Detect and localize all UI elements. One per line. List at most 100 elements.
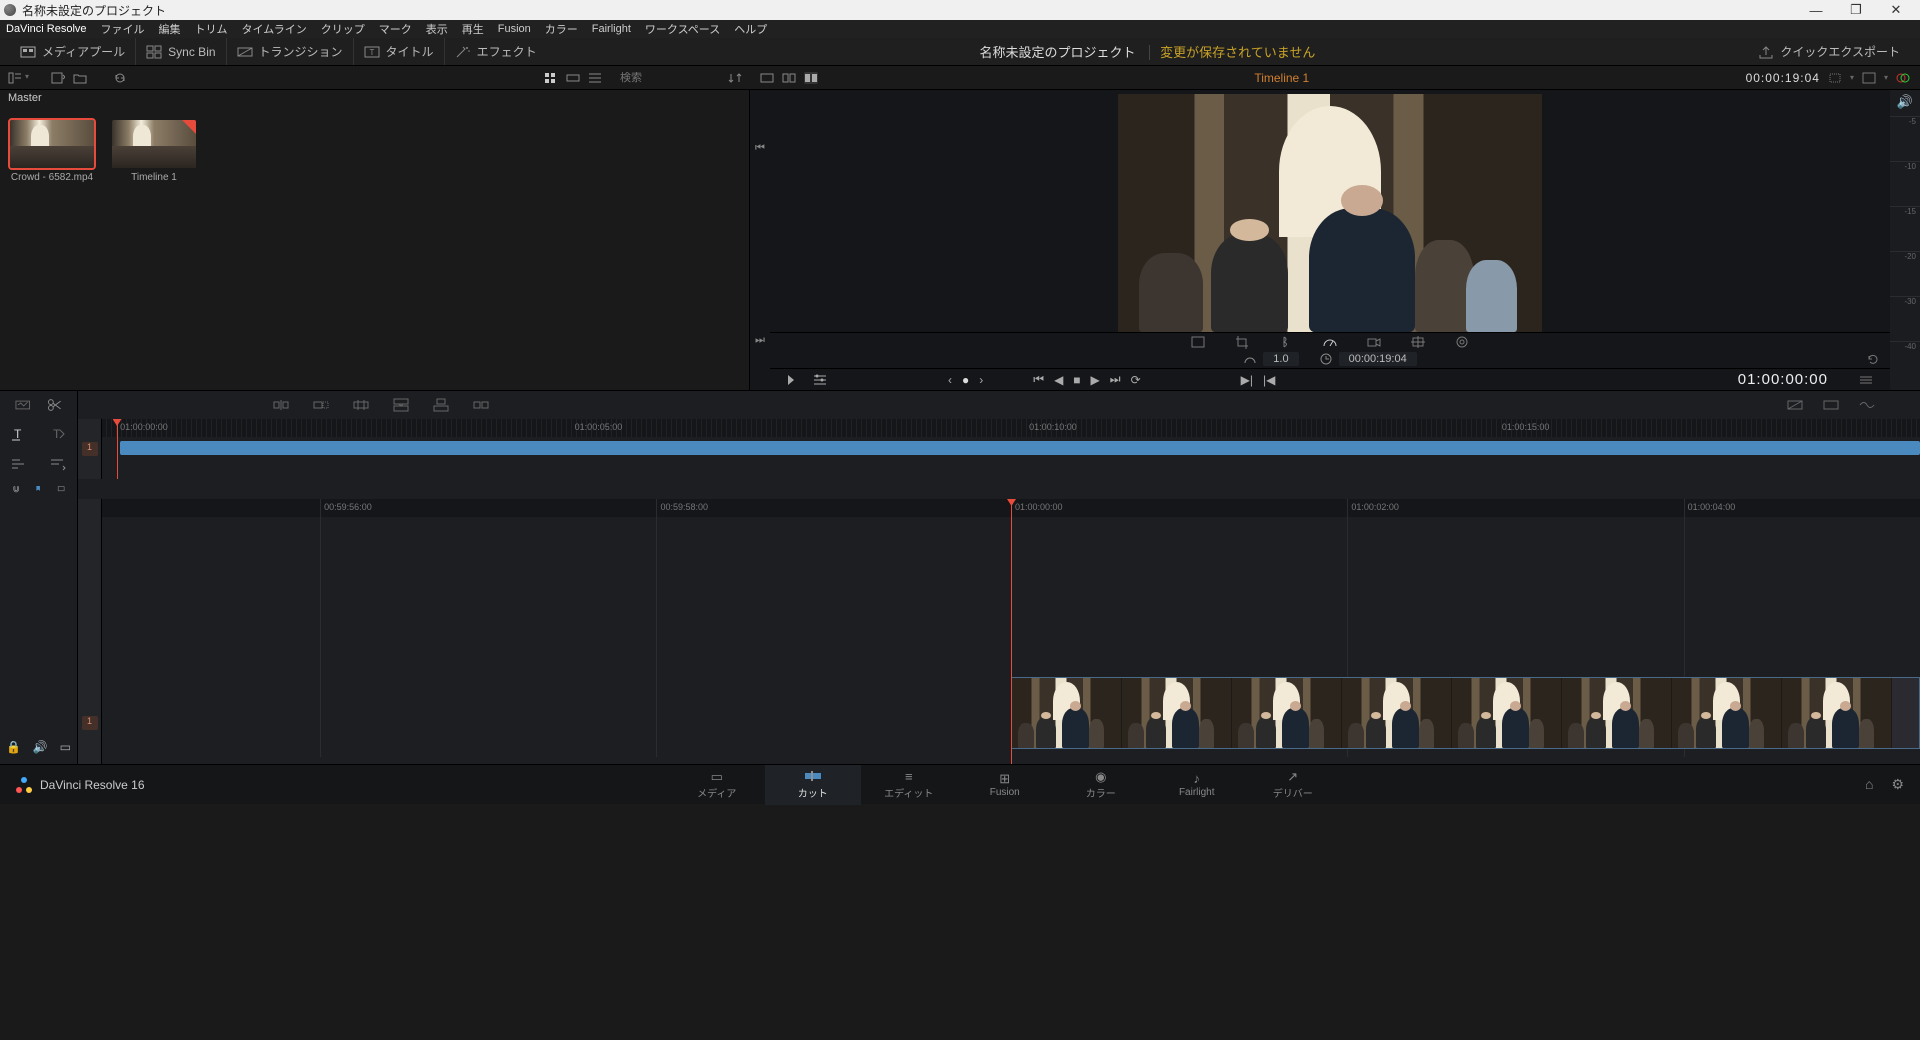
timeline-clip[interactable]: Timeline 1: [112, 120, 196, 183]
split-clip-icon[interactable]: [46, 397, 64, 413]
page-tab[interactable]: ↗デリバー: [1245, 765, 1341, 805]
smooth-cut-icon[interactable]: [1858, 397, 1876, 413]
menu-item[interactable]: ワークスペース: [645, 21, 720, 37]
transitions-button[interactable]: トランジション: [227, 38, 354, 65]
stabilize-icon[interactable]: [1410, 335, 1426, 349]
menu-item[interactable]: 表示: [426, 21, 448, 37]
duration-value[interactable]: 00:00:19:04: [1339, 352, 1417, 366]
settings-gear-icon[interactable]: ⚙: [1891, 776, 1904, 793]
menu-item[interactable]: 編集: [159, 21, 181, 37]
next-keyframe-icon[interactable]: ›: [979, 373, 983, 387]
prev-keyframe-icon[interactable]: ‹: [948, 373, 952, 387]
append-icon[interactable]: [312, 397, 330, 413]
next-edit-icon[interactable]: ⏭: [753, 334, 767, 348]
close-up-icon[interactable]: [392, 397, 410, 413]
lower-timeline-body[interactable]: 00:59:56:0000:59:58:0001:00:00:0001:00:0…: [102, 499, 1920, 764]
page-tab[interactable]: ▭メディア: [669, 765, 765, 805]
crop-icon[interactable]: [1234, 335, 1250, 349]
speaker-icon[interactable]: 🔊: [1890, 94, 1920, 110]
ripple-overwrite-icon[interactable]: [352, 397, 370, 413]
page-tab[interactable]: カット: [765, 765, 861, 805]
place-on-top-icon[interactable]: [432, 397, 450, 413]
menu-item[interactable]: Fusion: [498, 23, 531, 35]
marker-icon[interactable]: [34, 483, 42, 495]
timeline-mode-b-icon[interactable]: T: [49, 426, 67, 442]
home-icon[interactable]: ⌂: [1865, 776, 1873, 793]
viewer-frame[interactable]: [770, 90, 1890, 332]
view-mode-strip-icon[interactable]: [566, 72, 580, 84]
viewer-timecode[interactable]: 00:00:19:04: [1746, 71, 1820, 85]
lens-correction-icon[interactable]: [1454, 335, 1470, 349]
menu-item[interactable]: クリップ: [321, 21, 365, 37]
loop-icon[interactable]: ⟳: [1131, 373, 1141, 387]
speed-icon[interactable]: [1322, 335, 1338, 349]
cut-icon[interactable]: [1822, 397, 1840, 413]
play-reverse-icon[interactable]: ◀: [1054, 373, 1063, 387]
tools-icon[interactable]: [812, 373, 828, 387]
bin-list-icon[interactable]: [8, 72, 22, 84]
view-mode-list-icon[interactable]: [588, 72, 602, 84]
menu-item[interactable]: マーク: [379, 21, 412, 37]
audio-enable-icon[interactable]: 🔊: [33, 740, 48, 754]
sync-bin-button[interactable]: Sync Bin: [136, 38, 226, 65]
page-tab[interactable]: ⊞Fusion: [957, 765, 1053, 805]
magnet-icon[interactable]: [12, 483, 20, 495]
dropdown-chevron-icon[interactable]: ▾: [1884, 73, 1888, 82]
source-overwrite-icon[interactable]: [472, 397, 490, 413]
bypass-color-icon[interactable]: [1896, 72, 1910, 84]
menu-item[interactable]: 再生: [462, 21, 484, 37]
source-tape-icon[interactable]: [782, 72, 796, 84]
go-start-icon[interactable]: ⏮: [1033, 372, 1044, 387]
audio-icon[interactable]: [1278, 335, 1294, 349]
upper-track-header[interactable]: 1: [78, 419, 102, 479]
stop-icon[interactable]: ■: [1073, 373, 1080, 387]
import-folder-icon[interactable]: [73, 72, 87, 84]
effects-button[interactable]: エフェクト: [445, 38, 547, 65]
transform-icon[interactable]: [1190, 335, 1206, 349]
timeline-mode-a-icon[interactable]: T: [10, 426, 28, 442]
play-icon[interactable]: ▶: [1091, 373, 1100, 387]
video-clip[interactable]: [1011, 677, 1920, 749]
fast-review-icon[interactable]: [786, 373, 802, 387]
boring-detector-icon[interactable]: [14, 397, 32, 413]
smart-insert-icon[interactable]: [272, 397, 290, 413]
keyframe-dot-icon[interactable]: ●: [962, 373, 969, 387]
page-tab[interactable]: ♪Fairlight: [1149, 765, 1245, 805]
media-pool-button[interactable]: メディアプール: [10, 38, 136, 65]
prev-edit-icon[interactable]: ⏮: [753, 142, 767, 156]
sync-icon[interactable]: [113, 72, 127, 84]
menu-item[interactable]: ヘルプ: [734, 21, 767, 37]
quick-export-button[interactable]: クイックエクスポート: [1748, 38, 1910, 65]
sort-icon[interactable]: [728, 72, 742, 84]
video-tracks-icon[interactable]: [10, 456, 28, 472]
page-tab[interactable]: ≡エディット: [861, 765, 957, 805]
upper-ruler[interactable]: 01:00:00:0001:00:05:0001:00:10:0001:00:1…: [102, 419, 1920, 479]
camera-icon[interactable]: [1366, 335, 1382, 349]
maximize-button[interactable]: ❐: [1836, 2, 1876, 18]
prev-clip-icon[interactable]: |◀: [1263, 373, 1275, 387]
import-media-icon[interactable]: [51, 72, 65, 84]
menu-item[interactable]: Fairlight: [592, 23, 631, 35]
speed-value[interactable]: 1.0: [1263, 352, 1298, 366]
video-enable-icon[interactable]: ▭: [60, 740, 71, 754]
viewer-timeline-name[interactable]: Timeline 1: [1254, 71, 1309, 85]
transport-timecode[interactable]: 01:00:00:00: [1738, 371, 1828, 388]
viewer-expand-icon[interactable]: [1862, 72, 1876, 84]
search-input[interactable]: [620, 72, 720, 84]
dissolve-icon[interactable]: [1786, 397, 1804, 413]
safe-area-icon[interactable]: [1828, 72, 1842, 84]
view-mode-thumbnails[interactable]: [544, 72, 558, 84]
menu-item[interactable]: トリム: [195, 21, 228, 37]
dropdown-chevron-icon[interactable]: ▾: [1850, 73, 1854, 82]
dual-viewer-icon[interactable]: [804, 72, 818, 84]
lower-track-header[interactable]: 1: [78, 499, 102, 764]
go-end-icon[interactable]: ⏭: [1110, 372, 1121, 387]
menu-item[interactable]: ファイル: [101, 21, 145, 37]
audio-tracks-icon[interactable]: [49, 456, 67, 472]
page-tab[interactable]: ◉カラー: [1053, 765, 1149, 805]
bin-breadcrumb[interactable]: Master: [0, 90, 749, 110]
source-clip-icon[interactable]: [760, 72, 774, 84]
media-clip[interactable]: Crowd - 6582.mp4: [10, 120, 94, 183]
dropdown-chevron-icon[interactable]: ▾: [25, 72, 29, 84]
next-clip-icon[interactable]: ▶|: [1241, 373, 1253, 387]
